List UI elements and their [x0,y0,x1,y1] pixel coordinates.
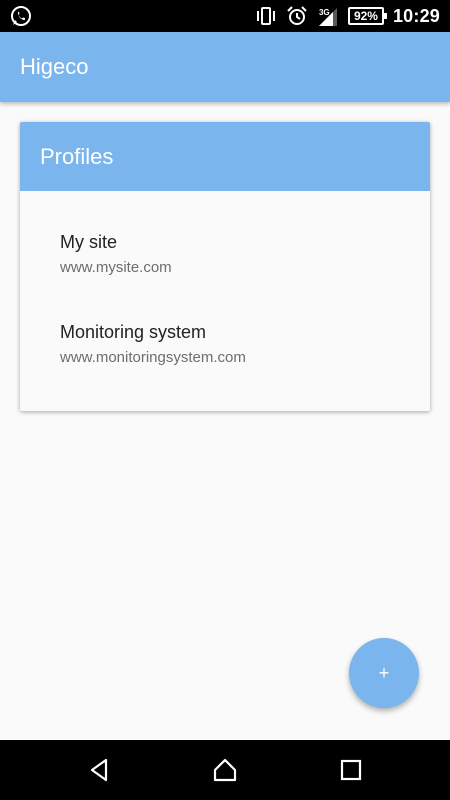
navigation-bar [0,740,450,800]
alarm-icon [286,5,308,27]
vibrate-icon [255,5,277,27]
profile-name: My site [60,232,118,252]
whatsapp-icon [10,5,32,27]
battery-icon: 92% [347,7,387,25]
app-title: Higeco [20,54,89,79]
signal-icon: 3G [317,5,339,27]
profile-item-my-site[interactable]: My site www.mysite.com [20,232,430,302]
add-icon: + [378,662,390,683]
profile-url: www.mysite.com [60,259,172,276]
status-bar: 3G 92% 10:29 [0,0,450,32]
profile-url: www.monitoringsystem.com [60,349,246,366]
back-icon[interactable] [86,756,114,784]
add-profile-button[interactable]: + [349,638,419,708]
profile-item-monitoring-system[interactable]: Monitoring system www.monitoringsystem.c… [20,322,430,392]
clock: 10:29 [392,5,440,26]
profiles-card-title: Profiles [40,144,114,169]
network-type-label: 3G [318,8,330,17]
recents-icon[interactable] [337,756,365,784]
profiles-card: Profiles My site www.mysite.com Monitori… [20,122,430,411]
battery-level: 92% [353,9,378,23]
profiles-card-header: Profiles [20,122,430,191]
profile-name: Monitoring system [60,322,207,342]
app-bar: Higeco [0,32,450,102]
home-icon[interactable] [211,756,239,784]
